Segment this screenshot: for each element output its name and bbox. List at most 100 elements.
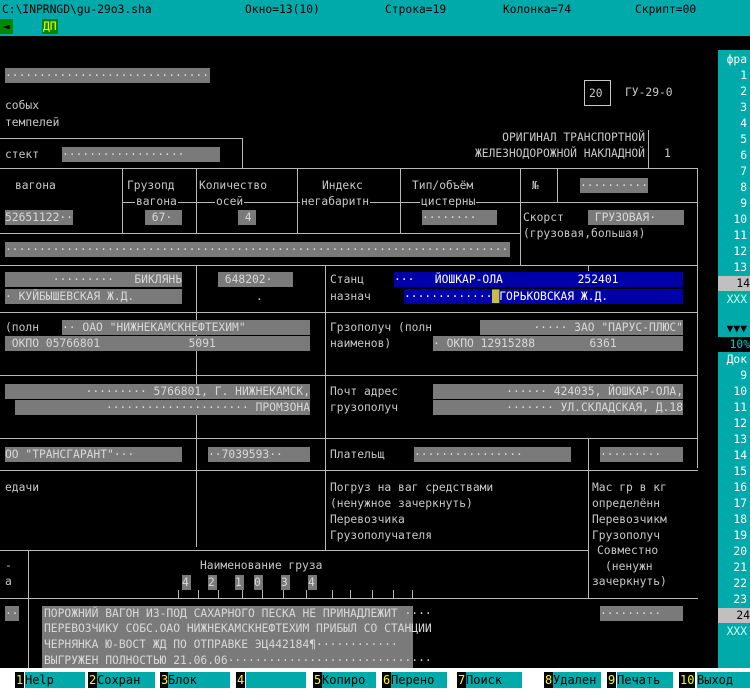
payer-field[interactable]: ················	[414, 447, 571, 462]
function-key-number: 7	[457, 672, 467, 688]
copy-number: 1	[664, 147, 671, 160]
sidebar-doc-item[interactable]: 17	[733, 496, 747, 511]
sidebar-doc-item[interactable]: 9	[740, 368, 747, 383]
sidebar-doc-item[interactable]: 14	[733, 448, 747, 463]
sidebar-doc-item[interactable]: 15	[733, 464, 747, 479]
sidebar-fragment-item[interactable]: 10	[733, 212, 747, 227]
sidebar-fragment-item[interactable]: 3	[740, 100, 747, 115]
tick	[332, 590, 333, 598]
sidebar-doc-item[interactable]: 11	[733, 400, 747, 415]
sidebar-current-doc[interactable]: 24	[718, 608, 750, 623]
tick	[372, 590, 373, 598]
sidebar-doc-item[interactable]: 13	[733, 432, 747, 447]
sender-okpo-field[interactable]: ОКПО 05766801 5091	[5, 336, 310, 351]
cargo-code-digit[interactable]: 4	[182, 575, 191, 590]
mode-button[interactable]: ДП	[42, 19, 58, 34]
sidebar-fragment-item[interactable]: 6	[740, 148, 747, 163]
destination-station-field[interactable]: ··· ЙОШКАР-ОЛА 252401	[394, 272, 683, 287]
sidebar-doc-item[interactable]: 10	[733, 384, 747, 399]
departure-railway-field[interactable]: · КУЙБЫШЕВСКАЯ Ж.Д.	[5, 289, 182, 304]
mass-label-5: Совместно	[597, 544, 659, 557]
capacity-field[interactable]: 67·	[145, 210, 182, 225]
back-arrow-icon[interactable]: ◄	[0, 19, 13, 34]
fragment-sidebar[interactable]: фра 1 2 3 4 5 6 7 8 9 10 11 12 13 14 XXX ▼▼▼ 10% Док…	[718, 50, 750, 668]
sidebar-fragment-item[interactable]: 12	[733, 244, 747, 259]
mass-label-1: Мас гр в кг	[592, 481, 667, 494]
speed-field[interactable]: ГРУЗОВАЯ·	[588, 210, 684, 225]
loading-option-receiver[interactable]: Грузополучателя	[330, 528, 432, 543]
stekt-label: стект	[5, 148, 40, 161]
cargo-text-field[interactable]: ПОРОЖНИЙ ВАГОН ИЗ-ПОД САХАРНОГО ПЕСКА НЕ…	[42, 606, 432, 668]
sidebar-doc-item[interactable]: 16	[733, 480, 747, 495]
function-key-8-button[interactable]: Удален	[553, 672, 601, 688]
destination-railway-field[interactable]: ·············█ГОРЬКОВСКАЯ Ж.Д.	[404, 289, 683, 304]
sidebar-header-fragments: фра	[726, 53, 747, 66]
sidebar-doc-item[interactable]: 20	[733, 544, 747, 559]
sidebar-fragment-item[interactable]: 8	[740, 180, 747, 195]
function-key-number: 5	[313, 672, 323, 688]
mass-label-4: Грузополуч	[592, 529, 661, 542]
function-key-2-button[interactable]: Сохран	[97, 672, 155, 688]
receiver-address-2[interactable]: ······· УЛ.СКЛАДСКАЯ, Д.18	[433, 400, 683, 415]
sidebar-doc-item[interactable]: 12	[733, 416, 747, 431]
sidebar-fragment-item[interactable]: 2	[740, 84, 747, 99]
sender-name-field[interactable]: ·· ОАО "НИЖНЕКАМСКНЕФТЕХИМ"	[62, 320, 310, 335]
sidebar-fragment-item[interactable]: 7	[740, 164, 747, 179]
cargo-code-digit[interactable]: 0	[254, 575, 263, 590]
cargo-code-digit[interactable]: 3	[281, 575, 290, 590]
sender-address-1[interactable]: ········· 5766801, Г. НИЖНЕКАМСК,	[5, 384, 310, 399]
receiver-name-field[interactable]: ····· ЗАО "ПАРУС-ПЛЮС"	[480, 320, 683, 335]
function-key-9-button[interactable]: Печать	[617, 672, 673, 688]
sidebar-fragment-item[interactable]: 4	[740, 116, 747, 131]
receiver-label-2: наименов)	[330, 337, 392, 350]
sidebar-doc-item[interactable]: 19	[733, 528, 747, 543]
top-field[interactable]: ·······························	[5, 68, 210, 83]
wagon-field[interactable]: 52651122··	[5, 210, 73, 225]
original-title-1: ОРИГИНАЛ ТРАНСПОРТНОЙ	[502, 131, 645, 144]
number-field[interactable]: ··········	[580, 178, 648, 193]
sidebar-fragment-item[interactable]: 13	[733, 260, 747, 275]
function-key-6-button[interactable]: Перено	[391, 672, 447, 688]
stekt-field[interactable]: ··················	[62, 147, 220, 162]
sidebar-doc-item[interactable]: 18	[733, 512, 747, 527]
sidebar-fragment-item[interactable]: 5	[740, 132, 747, 147]
destination-label-2: назнач	[330, 290, 371, 303]
scroll-arrows-icon[interactable]: ▼▼▼	[727, 321, 747, 336]
sidebar-fragment-item[interactable]: 11	[733, 228, 747, 243]
departure-station-field[interactable]: ········· БИКЛЯНЬ	[5, 272, 182, 287]
original-title-2: ЖЕЛЕЗНОДОРОЖНОЙ НАКЛАДНОЙ	[474, 147, 645, 160]
sender-address-2[interactable]: ····················· ПРОМЗОНА	[15, 400, 310, 415]
sidebar-fragment-item[interactable]: 1	[740, 68, 747, 83]
sidebar-doc-item[interactable]: 22	[733, 576, 747, 591]
function-key-1-button[interactable]: Help	[25, 672, 85, 688]
cargo-code-digit[interactable]: 1	[235, 575, 244, 590]
function-key-7-button[interactable]: Поиск	[466, 672, 522, 688]
mass-field[interactable]: ·········	[600, 606, 683, 621]
mass-label-6: (ненужн	[605, 560, 653, 573]
forwarder-field[interactable]: ОО "ТРАНСГАРАНТ"···	[5, 447, 182, 462]
sidebar-percent: 10%	[718, 337, 750, 352]
sender-label: (полн	[5, 321, 40, 334]
tank-field[interactable]: ········	[422, 210, 497, 225]
long-field[interactable]: ········································…	[5, 242, 510, 257]
function-key-10-button[interactable]: Выход	[697, 672, 750, 688]
left-column-field[interactable]: ··	[5, 606, 19, 621]
sidebar-doc-item[interactable]: 21	[733, 560, 747, 575]
receiver-address-1[interactable]: ······ 424035, ЙОШКАР-ОЛА,	[433, 384, 683, 399]
cargo-code-digit[interactable]: 2	[208, 575, 217, 590]
axles-field[interactable]: 4	[238, 210, 256, 225]
sidebar-fragment-item[interactable]: 9	[740, 196, 747, 211]
cargo-code-digit[interactable]: 4	[308, 575, 317, 590]
receiver-okpo-field[interactable]: · ОКПО 12915288 6361	[433, 336, 683, 351]
function-key-5-button[interactable]: Копиро	[322, 672, 376, 688]
forwarder-code-field[interactable]: ··7039593··	[208, 447, 310, 462]
departure-code-field[interactable]: 648202·	[218, 272, 293, 287]
mass-label-3: Перевозчикм	[592, 513, 667, 526]
index-header-1: Индекс	[322, 179, 363, 192]
function-key-3-button[interactable]: Блок	[168, 672, 230, 688]
function-key-4-button[interactable]	[246, 672, 306, 688]
sidebar-current-fragment[interactable]: 14	[718, 276, 750, 291]
payer-code-field[interactable]: ·········	[600, 447, 683, 462]
sidebar-doc-item[interactable]: 23	[733, 592, 747, 607]
loading-option-carrier[interactable]: Перевозчика	[330, 512, 405, 527]
